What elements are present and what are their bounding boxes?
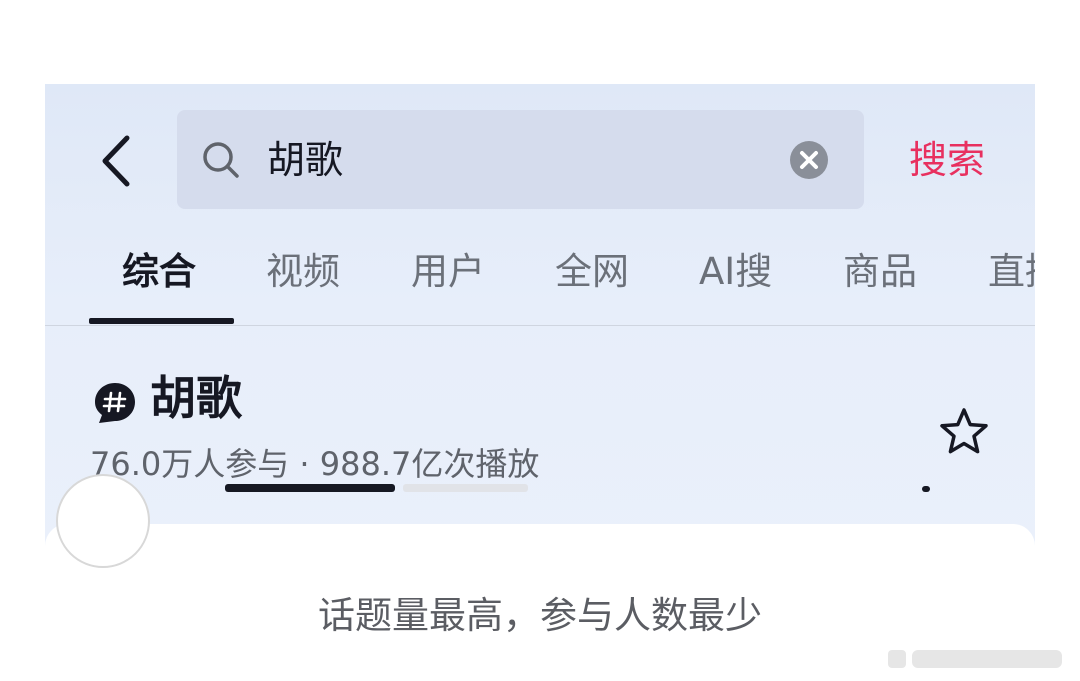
chevron-left-icon [102, 135, 130, 187]
avatar[interactable] [56, 474, 150, 568]
clear-button[interactable] [790, 141, 828, 179]
star-icon[interactable] [938, 406, 990, 458]
back-button[interactable] [97, 134, 137, 188]
tab-video[interactable]: 视频 [266, 248, 340, 296]
tab-general[interactable]: 综合 [122, 248, 196, 296]
close-icon [800, 151, 818, 169]
topic-stats: 76.0万人参与 · 988.7亿次播放 [90, 445, 540, 483]
tab-products[interactable]: 商品 [843, 248, 917, 296]
search-input[interactable]: 胡歌 [177, 110, 864, 209]
search-button[interactable]: 搜索 [909, 136, 985, 184]
hashtag-icon [95, 383, 135, 423]
tab-ai-search[interactable]: AI搜 [699, 248, 772, 296]
tab-web[interactable]: 全网 [555, 248, 629, 296]
search-query-text[interactable]: 胡歌 [267, 136, 343, 184]
tab-bar: 综合 视频 用户 全网 AI搜 商品 直播 [45, 234, 1035, 326]
more-icon[interactable] [922, 486, 930, 492]
search-icon [203, 142, 239, 178]
tab-divider [45, 325, 1035, 326]
search-screen: 胡歌 搜索 综合 视频 用户 全网 AI搜 商品 直播 胡歌 76.0万人参与 … [45, 84, 1035, 574]
result-card[interactable] [45, 524, 1035, 574]
watermark-icon [888, 650, 1062, 668]
partial-username [225, 484, 395, 492]
tab-users[interactable]: 用户 [411, 248, 485, 296]
partial-badge [403, 484, 528, 492]
tab-live[interactable]: 直播 [988, 248, 1035, 296]
active-tab-indicator [89, 318, 234, 324]
topic-title[interactable]: 胡歌 [150, 368, 242, 428]
caption-text: 话题量最高，参与人数最少 [318, 594, 762, 637]
